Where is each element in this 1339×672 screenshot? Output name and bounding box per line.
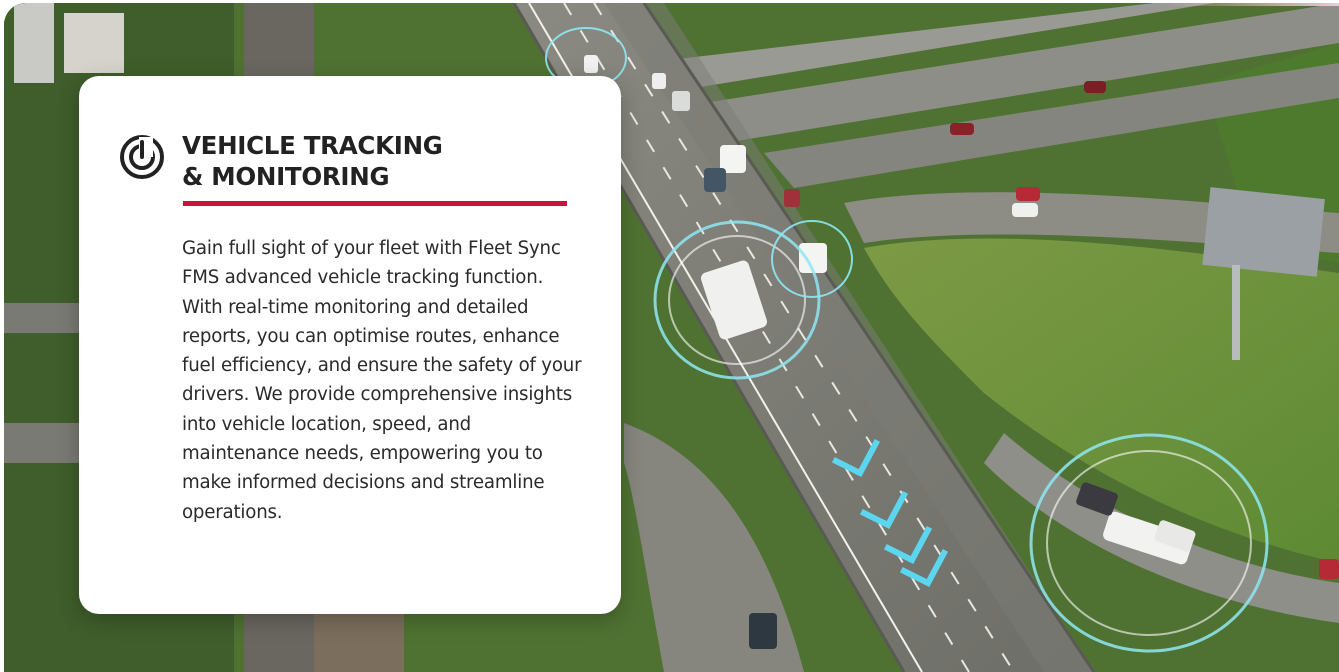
- card-title-line-2: & MONITORING: [182, 162, 390, 191]
- title-underline: [183, 201, 567, 206]
- decorative-edge: [1159, 3, 1339, 6]
- card-description: Gain full sight of your fleet with Fleet…: [182, 238, 582, 523]
- radar-tracking-icon: [120, 135, 164, 179]
- card-title-line-1: VEHICLE TRACKING: [182, 131, 443, 160]
- feature-card: VEHICLE TRACKING & MONITORING Gain full …: [79, 76, 621, 614]
- card-title: VEHICLE TRACKING & MONITORING: [182, 130, 582, 192]
